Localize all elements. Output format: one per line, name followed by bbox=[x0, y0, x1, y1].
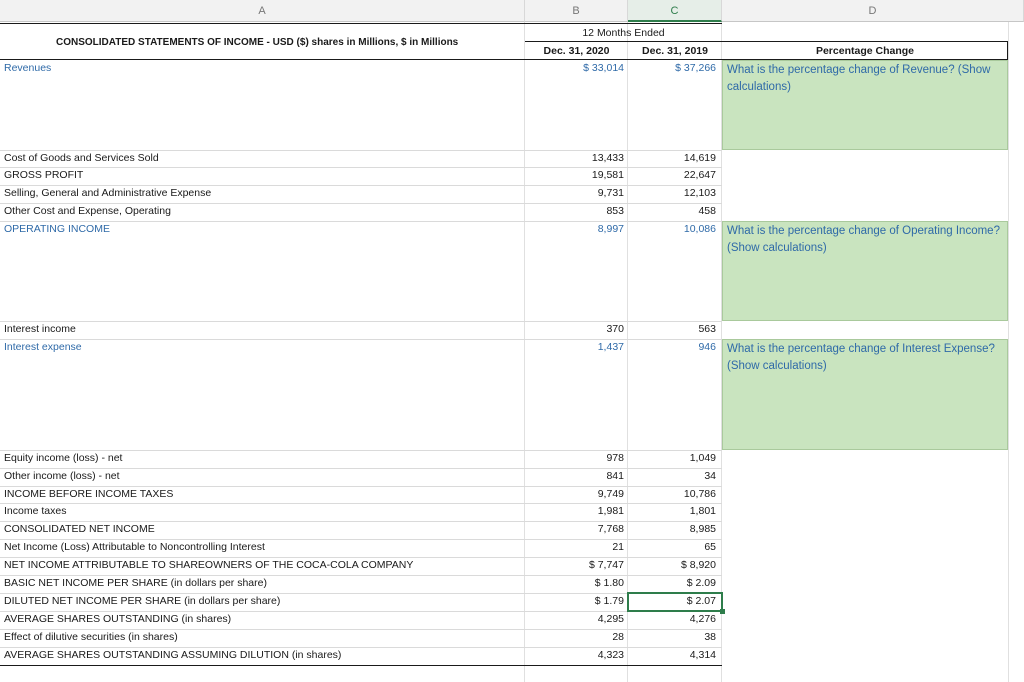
question-interest-expense[interactable]: What is the percentage change of Interes… bbox=[722, 339, 1008, 450]
value-2019[interactable]: 65 bbox=[626, 539, 716, 555]
row-label[interactable]: Selling, General and Administrative Expe… bbox=[4, 185, 524, 201]
pct-header-top-border bbox=[722, 41, 1008, 42]
row-label[interactable]: Effect of dilutive securities (in shares… bbox=[4, 629, 524, 645]
value-2020[interactable]: 853 bbox=[530, 203, 624, 219]
statement-title: CONSOLIDATED STATEMENTS OF INCOME - USD … bbox=[56, 37, 459, 48]
row-label[interactable]: Other income (loss) - net bbox=[4, 468, 524, 484]
row-label[interactable]: OPERATING INCOME bbox=[4, 221, 524, 237]
row-divider bbox=[0, 629, 722, 630]
value-2019[interactable]: $ 37,266 bbox=[626, 60, 716, 76]
row-label[interactable]: Other Cost and Expense, Operating bbox=[4, 203, 524, 219]
header-top-border bbox=[0, 23, 722, 24]
row-label[interactable]: GROSS PROFIT bbox=[4, 167, 524, 183]
row-label[interactable]: Cost of Goods and Services Sold bbox=[4, 150, 524, 166]
value-2020[interactable]: 9,731 bbox=[530, 185, 624, 201]
column-header-a[interactable]: A bbox=[0, 0, 525, 22]
value-2020[interactable]: 21 bbox=[530, 539, 624, 555]
value-2019[interactable]: 10,086 bbox=[626, 221, 716, 237]
value-2020[interactable]: $ 33,014 bbox=[530, 60, 624, 76]
value-2020[interactable]: 7,768 bbox=[530, 521, 624, 537]
value-2019[interactable]: 4,314 bbox=[626, 647, 716, 663]
value-2019[interactable]: 14,619 bbox=[626, 150, 716, 166]
pct-change-header: Percentage Change bbox=[815, 45, 915, 57]
row-divider bbox=[0, 221, 722, 222]
value-2019[interactable]: 22,647 bbox=[626, 167, 716, 183]
row-divider bbox=[0, 203, 722, 204]
value-2019[interactable]: 38 bbox=[626, 629, 716, 645]
period-label: 12 Months Ended bbox=[582, 27, 665, 39]
row-divider bbox=[0, 167, 722, 168]
question-operating-income[interactable]: What is the percentage change of Operati… bbox=[722, 221, 1008, 321]
row-divider bbox=[0, 575, 722, 576]
value-2020[interactable]: 1,437 bbox=[530, 339, 624, 355]
value-2020[interactable]: 841 bbox=[530, 468, 624, 484]
value-2020[interactable]: $ 7,747 bbox=[530, 557, 624, 573]
row-label[interactable]: CONSOLIDATED NET INCOME bbox=[4, 521, 524, 537]
row-label[interactable]: Interest income bbox=[4, 321, 524, 337]
value-2020[interactable]: 4,295 bbox=[530, 611, 624, 627]
value-2019[interactable]: 12,103 bbox=[626, 185, 716, 201]
value-2020[interactable]: 19,581 bbox=[530, 167, 624, 183]
row-label[interactable]: Equity income (loss) - net bbox=[4, 450, 524, 466]
value-2019[interactable]: 946 bbox=[626, 339, 716, 355]
value-2020[interactable]: 4,323 bbox=[530, 647, 624, 663]
period-underline bbox=[525, 41, 722, 42]
gridline-col-b bbox=[524, 22, 525, 682]
value-2020[interactable]: $ 1.80 bbox=[530, 575, 624, 591]
value-2019[interactable]: 563 bbox=[626, 321, 716, 337]
value-2020[interactable]: 9,749 bbox=[530, 486, 624, 502]
col-c-date: Dec. 31, 2019 bbox=[642, 45, 708, 57]
value-2019[interactable]: 1,049 bbox=[626, 450, 716, 466]
row-label[interactable]: AVERAGE SHARES OUTSTANDING ASSUMING DILU… bbox=[4, 647, 524, 663]
table-bottom-border bbox=[0, 665, 722, 666]
value-2020[interactable]: 978 bbox=[530, 450, 624, 466]
value-2020[interactable]: 1,981 bbox=[530, 503, 624, 519]
row-divider bbox=[0, 611, 722, 612]
row-divider bbox=[0, 185, 722, 186]
value-2020[interactable]: 8,997 bbox=[530, 221, 624, 237]
value-2019[interactable]: 4,276 bbox=[626, 611, 716, 627]
row-divider bbox=[0, 521, 722, 522]
value-2019[interactable]: 8,985 bbox=[626, 521, 716, 537]
row-divider bbox=[0, 503, 722, 504]
value-2019[interactable]: 10,786 bbox=[626, 486, 716, 502]
col-b-date: Dec. 31, 2020 bbox=[543, 45, 610, 57]
row-label[interactable]: BASIC NET INCOME PER SHARE (in dollars p… bbox=[4, 575, 524, 591]
row-label[interactable]: Interest expense bbox=[4, 339, 524, 355]
row-divider bbox=[0, 486, 722, 487]
row-divider bbox=[0, 593, 722, 594]
column-header-b[interactable]: B bbox=[525, 0, 628, 22]
column-header-c[interactable]: C bbox=[628, 0, 722, 22]
row-divider bbox=[0, 539, 722, 540]
row-divider bbox=[0, 557, 722, 558]
spreadsheet: A B C D CONSOLIDATED STATEMENTS OF INCOM… bbox=[0, 0, 1024, 682]
column-header-d[interactable]: D bbox=[722, 0, 1024, 22]
row-label[interactable]: Income taxes bbox=[4, 503, 524, 519]
row-label[interactable]: Net Income (Loss) Attributable to Noncon… bbox=[4, 539, 524, 555]
value-2019[interactable]: 34 bbox=[626, 468, 716, 484]
fill-handle[interactable] bbox=[720, 609, 725, 614]
row-label[interactable]: Revenues bbox=[4, 60, 524, 76]
value-2020[interactable]: 28 bbox=[530, 629, 624, 645]
row-label[interactable]: NET INCOME ATTRIBUTABLE TO SHAREOWNERS O… bbox=[4, 557, 524, 573]
value-2019[interactable]: $ 2.09 bbox=[626, 575, 716, 591]
value-2020[interactable]: $ 1.79 bbox=[530, 593, 624, 609]
value-2019[interactable]: $ 8,920 bbox=[626, 557, 716, 573]
value-2019[interactable]: 458 bbox=[626, 203, 716, 219]
value-2020[interactable]: 370 bbox=[530, 321, 624, 337]
row-divider bbox=[0, 150, 722, 151]
row-label[interactable]: AVERAGE SHARES OUTSTANDING (in shares) bbox=[4, 611, 524, 627]
active-cell-selection[interactable] bbox=[627, 592, 723, 612]
value-2019[interactable]: 1,801 bbox=[626, 503, 716, 519]
row-divider bbox=[0, 339, 722, 340]
row-label[interactable]: INCOME BEFORE INCOME TAXES bbox=[4, 486, 524, 502]
row-divider bbox=[0, 647, 722, 648]
question-revenue[interactable]: What is the percentage change of Revenue… bbox=[722, 60, 1008, 150]
row-divider bbox=[0, 321, 722, 322]
row-label[interactable]: DILUTED NET INCOME PER SHARE (in dollars… bbox=[4, 593, 524, 609]
row-divider bbox=[0, 450, 722, 451]
gridline-col-e bbox=[1008, 22, 1009, 682]
value-2020[interactable]: 13,433 bbox=[530, 150, 624, 166]
row-divider bbox=[0, 468, 722, 469]
